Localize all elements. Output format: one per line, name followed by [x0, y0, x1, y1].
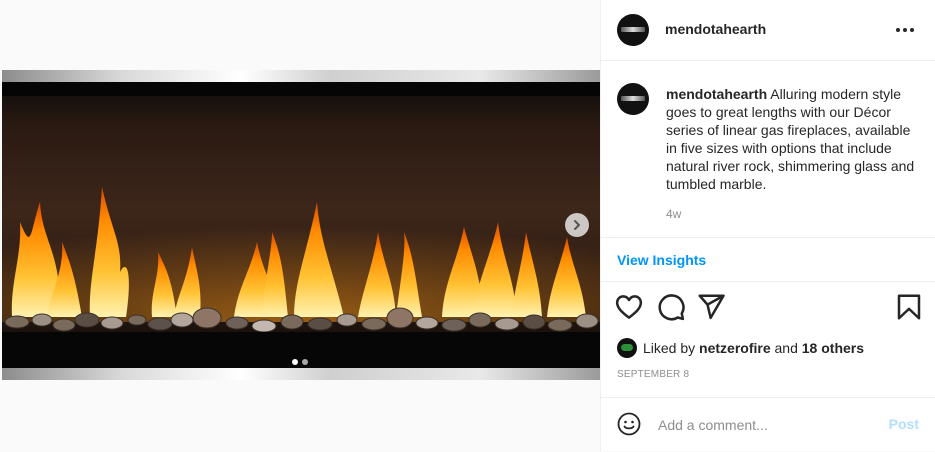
avatar-logo — [621, 96, 645, 101]
avatar[interactable] — [617, 14, 649, 46]
view-insights-link[interactable]: View Insights — [617, 252, 706, 268]
fire-illustration — [2, 82, 600, 368]
post-media — [0, 0, 601, 451]
fireplace-image[interactable] — [2, 70, 600, 380]
liker-avatar[interactable] — [617, 338, 637, 358]
carousel-indicator — [292, 359, 308, 365]
post-header: mendotahearth — [601, 0, 935, 61]
comment-input[interactable] — [656, 414, 880, 436]
heart-icon[interactable] — [614, 292, 644, 322]
caption-username[interactable]: mendotahearth — [666, 86, 767, 102]
liked-by-user[interactable]: netzerofire — [699, 340, 771, 356]
likes-summary: Liked by netzerofire and 18 others — [617, 338, 864, 358]
bookmark-icon[interactable] — [894, 292, 924, 322]
liked-by-conj: and — [774, 340, 798, 356]
liked-by-prefix: Liked by — [643, 340, 696, 356]
fireplace-top-trim — [2, 70, 600, 82]
caption-avatar[interactable] — [617, 83, 649, 115]
avatar-logo — [621, 27, 645, 32]
post-timestamp[interactable]: 4w — [666, 207, 681, 221]
caption-body: mendotahearth Alluring modern style goes… — [666, 85, 921, 193]
carousel-dot-2 — [302, 359, 308, 365]
post-caption: mendotahearth Alluring modern style goes… — [601, 61, 935, 238]
insights-section: View Insights — [601, 238, 935, 282]
post-actions — [601, 292, 935, 324]
header-username[interactable]: mendotahearth — [665, 21, 766, 37]
post-date[interactable]: SEPTEMBER 8 — [617, 369, 689, 380]
post-comment-button[interactable]: Post — [889, 416, 919, 432]
fireplace-firebox — [2, 82, 600, 368]
post-sidebar: mendotahearth mendotahearth Alluring mod… — [601, 0, 935, 451]
more-options-icon[interactable] — [893, 20, 917, 40]
smiley-icon[interactable] — [617, 412, 641, 436]
comment-bar: Post — [601, 397, 935, 452]
instagram-post: mendotahearth mendotahearth Alluring mod… — [0, 0, 935, 451]
fireplace-bottom-trim — [2, 368, 600, 380]
carousel-dot-1 — [292, 359, 298, 365]
comment-icon[interactable] — [656, 292, 686, 322]
paper-plane-icon[interactable] — [696, 292, 726, 322]
chevron-right-icon — [574, 220, 580, 230]
liked-by-others[interactable]: 18 others — [802, 340, 864, 356]
carousel-next-button[interactable] — [565, 213, 589, 237]
